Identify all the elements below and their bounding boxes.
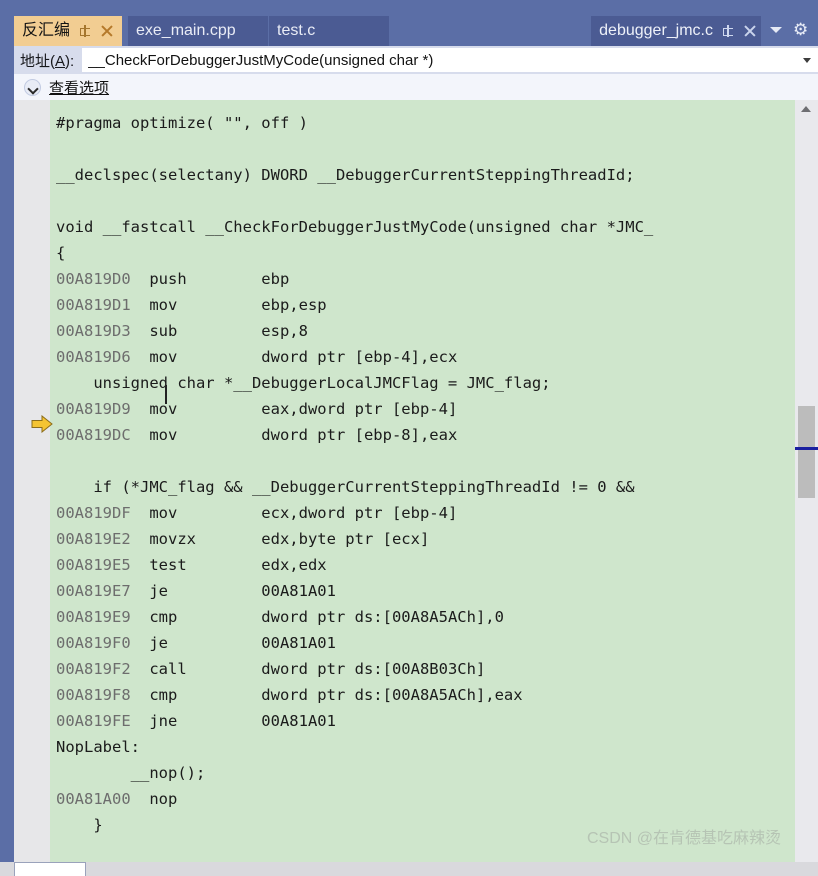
address-input[interactable] — [82, 48, 796, 72]
instruction-text: mov ecx,dword ptr [ebp-4] — [149, 504, 458, 522]
code-lines[interactable]: #pragma optimize( "", off ) __declspec(s… — [50, 110, 795, 838]
instruction-address: 00A819E9 — [56, 608, 150, 626]
instruction-text: mov eax,dword ptr [ebp-4] — [149, 400, 458, 418]
instruction-text: mov dword ptr [ebp-4],ecx — [149, 348, 458, 366]
view-options-row[interactable]: 查看选项 — [14, 74, 818, 100]
disassembly-line: 00A819F0 je 00A81A01 — [50, 630, 795, 656]
disassembly-line: 00A819E7 je 00A81A01 — [50, 578, 795, 604]
instruction-address: 00A819D9 — [56, 400, 150, 418]
address-bar: 地址(A): — [14, 46, 818, 74]
disassembly-line: 00A819D6 mov dword ptr [ebp-4],ecx — [50, 344, 795, 370]
gear-icon: ⚙ — [793, 20, 809, 39]
instruction-address: 00A819FE — [56, 712, 150, 730]
disassembly-line: 00A819F2 call dword ptr ds:[00A8B03Ch] — [50, 656, 795, 682]
source-line: #pragma optimize( "", off ) — [56, 114, 308, 132]
instruction-address: 00A819D6 — [56, 348, 150, 366]
instruction-address: 00A81A00 — [56, 790, 150, 808]
visual-studio-disassembly-window: 反汇编 exe_main.cpp test.c debugger_jmc.c ⚙… — [0, 0, 818, 876]
instruction-address: 00A819F0 — [56, 634, 150, 652]
source-line: unsigned char *__DebuggerLocalJMCFlag = … — [56, 374, 551, 392]
instruction-text: jne 00A81A01 — [149, 712, 336, 730]
tab-disassembly[interactable]: 反汇编 — [14, 16, 123, 46]
scrollbar-thumb[interactable] — [798, 406, 815, 498]
instruction-text: cmp dword ptr ds:[00A8A5ACh],eax — [149, 686, 523, 704]
instruction-text: mov ebp,esp — [149, 296, 327, 314]
source-line: NopLabel: — [56, 738, 140, 756]
chevron-down-icon — [770, 27, 782, 33]
tab-overflow-button[interactable] — [766, 20, 786, 40]
instruction-text: test edx,edx — [149, 556, 327, 574]
tab-exe-main-cpp-label: exe_main.cpp — [136, 22, 236, 39]
instruction-text: je 00A81A01 — [149, 634, 336, 652]
chevron-down-icon[interactable] — [24, 78, 41, 96]
tab-disassembly-label: 反汇编 — [22, 22, 71, 39]
source-line: __declspec(selectany) DWORD __DebuggerCu… — [56, 166, 635, 184]
pin-icon[interactable] — [721, 24, 735, 38]
pin-icon[interactable] — [78, 24, 92, 38]
disassembly-line: 00A819D3 sub esp,8 — [50, 318, 795, 344]
tab-settings-button[interactable]: ⚙ — [792, 20, 812, 40]
instruction-text: movzx edx,byte ptr [ecx] — [149, 530, 430, 548]
tab-test-c[interactable]: test.c — [269, 16, 389, 46]
yellow-right-arrow-icon — [31, 415, 53, 433]
source-line: { — [56, 244, 66, 262]
tab-exe-main-cpp[interactable]: exe_main.cpp — [128, 16, 268, 46]
instruction-address: 00A819E2 — [56, 530, 150, 548]
instruction-text: nop — [149, 790, 262, 808]
instruction-address: 00A819DF — [56, 504, 150, 522]
disassembly-line: 00A819E2 movzx edx,byte ptr [ecx] — [50, 526, 795, 552]
address-label: 地址(A): — [20, 52, 75, 70]
close-icon[interactable] — [100, 24, 114, 38]
source-line: void __fastcall __CheckForDebuggerJustMy… — [56, 218, 654, 236]
instruction-address: 00A819D0 — [56, 270, 150, 288]
scrollbar-marker — [795, 447, 818, 450]
disassembly-line: 00A819DC mov dword ptr [ebp-8],eax — [50, 422, 795, 448]
source-line: __nop(); — [56, 764, 206, 782]
disassembly-line: 00A81A00 nop — [50, 786, 795, 812]
source-line: if (*JMC_flag && __DebuggerCurrentSteppi… — [56, 478, 644, 496]
vertical-scrollbar[interactable] — [795, 100, 818, 862]
instruction-text: mov dword ptr [ebp-8],eax — [149, 426, 458, 444]
triangle-up-icon[interactable] — [795, 100, 818, 117]
tab-debugger-jmc-c[interactable]: debugger_jmc.c — [591, 16, 761, 46]
disassembly-line: 00A819D0 push ebp — [50, 266, 795, 292]
disassembly-line: 00A819FE jne 00A81A01 — [50, 708, 795, 734]
bottom-strip — [0, 862, 818, 876]
instruction-address: 00A819DC — [56, 426, 150, 444]
tab-test-c-label: test.c — [277, 22, 316, 39]
bottom-panel-tab[interactable] — [14, 862, 86, 876]
instruction-address: 00A819D1 — [56, 296, 150, 314]
document-tab-strip: 反汇编 exe_main.cpp test.c debugger_jmc.c ⚙ — [0, 0, 818, 46]
instruction-address: 00A819E7 — [56, 582, 150, 600]
instruction-text: je 00A81A01 — [149, 582, 336, 600]
window-left-band — [0, 0, 14, 862]
source-line: } — [56, 816, 103, 834]
disassembly-line: 00A819E9 cmp dword ptr ds:[00A8A5ACh],0 — [50, 604, 795, 630]
address-dropdown-button[interactable] — [796, 48, 818, 72]
disassembly-editor: #pragma optimize( "", off ) __declspec(s… — [14, 100, 818, 862]
instruction-text: cmp dword ptr ds:[00A8A5ACh],0 — [149, 608, 504, 626]
code-area[interactable]: #pragma optimize( "", off ) __declspec(s… — [50, 100, 795, 862]
instruction-address: 00A819F8 — [56, 686, 150, 704]
instruction-address: 00A819F2 — [56, 660, 150, 678]
disassembly-line: 00A819D1 mov ebp,esp — [50, 292, 795, 318]
instruction-text: call dword ptr ds:[00A8B03Ch] — [149, 660, 486, 678]
disassembly-line: 00A819D9 mov eax,dword ptr [ebp-4] — [50, 396, 795, 422]
editor-gutter[interactable] — [14, 100, 50, 862]
instruction-address: 00A819D3 — [56, 322, 150, 340]
tab-debugger-jmc-c-label: debugger_jmc.c — [599, 22, 713, 39]
instruction-text: push ebp — [149, 270, 290, 288]
instruction-text: sub esp,8 — [149, 322, 308, 340]
disassembly-line: 00A819DF mov ecx,dword ptr [ebp-4] — [50, 500, 795, 526]
text-caret — [165, 385, 167, 404]
view-options-label[interactable]: 查看选项 — [49, 77, 109, 98]
close-icon[interactable] — [743, 24, 757, 38]
disassembly-line: 00A819F8 cmp dword ptr ds:[00A8A5ACh],ea… — [50, 682, 795, 708]
disassembly-line: 00A819E5 test edx,edx — [50, 552, 795, 578]
instruction-address: 00A819E5 — [56, 556, 150, 574]
